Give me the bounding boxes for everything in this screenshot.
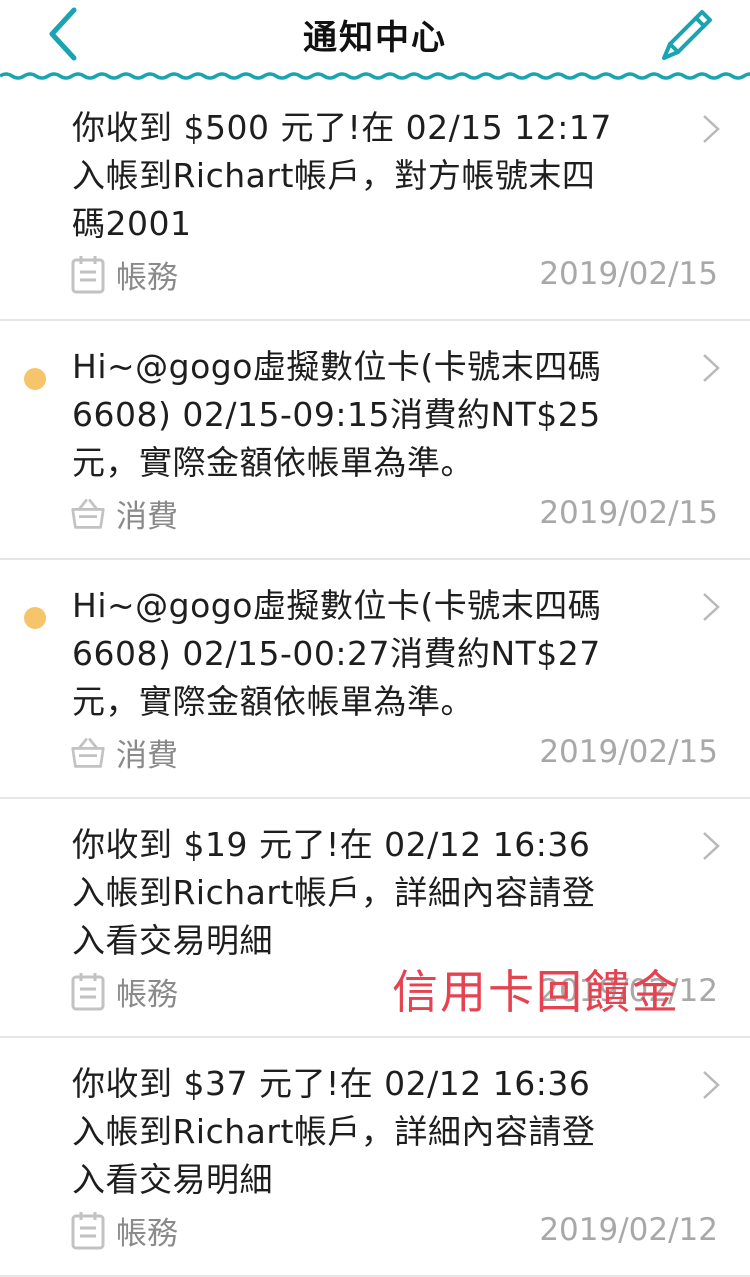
- notification-list: 你收到 $500 元了!在 02/15 12:17 入帳到Richart帳戶，對…: [0, 82, 750, 1277]
- notification-category: 消費: [70, 493, 178, 535]
- notification-message: Hi~@gogo虛擬數位卡(卡號末四碼6608) 02/15-00:27消費約N…: [72, 586, 602, 721]
- notification-date: 2019/02/12: [539, 1212, 718, 1248]
- category-label: 帳務: [116, 976, 178, 1013]
- unread-dot: [24, 607, 46, 629]
- chevron-right-icon: [703, 115, 720, 143]
- notification-date: 2019/02/15: [539, 734, 718, 770]
- notification-item[interactable]: Hi~@gogo虛擬數位卡(卡號末四碼6608) 02/15-09:15消費約N…: [0, 321, 750, 560]
- notification-category: 帳務: [70, 1210, 178, 1252]
- category-label: 帳務: [116, 259, 178, 296]
- notepad-icon: [71, 1212, 105, 1250]
- notification-category: 帳務: [70, 254, 178, 296]
- notification-message: Hi~@gogo虛擬數位卡(卡號末四碼6608) 02/15-09:15消費約N…: [72, 347, 602, 482]
- category-label: 帳務: [116, 1215, 178, 1252]
- chevron-right-icon: [703, 354, 720, 382]
- chevron-right-icon: [703, 593, 720, 621]
- notification-category: 帳務: [70, 971, 178, 1013]
- chevron-right-icon: [703, 1071, 720, 1099]
- notification-item[interactable]: 你收到 $500 元了!在 02/15 12:17 入帳到Richart帳戶，對…: [0, 82, 750, 321]
- notification-date: 2019/02/15: [539, 256, 718, 292]
- notification-message: 你收到 $37 元了!在 02/12 16:36 入帳到Richart帳戶，詳細…: [72, 1064, 596, 1199]
- notification-item[interactable]: Hi~@gogo虛擬數位卡(卡號末四碼6608) 02/15-00:27消費約N…: [0, 560, 750, 799]
- notepad-icon: [71, 973, 105, 1011]
- notepad-icon: [71, 256, 105, 294]
- notification-item[interactable]: 你收到 $37 元了!在 02/12 16:36 入帳到Richart帳戶，詳細…: [0, 1038, 750, 1277]
- annotation-overlay-text: 信用卡回饋金: [392, 965, 680, 1019]
- category-label: 消費: [116, 498, 178, 535]
- notification-category: 消費: [70, 732, 178, 774]
- notification-message: 你收到 $19 元了!在 02/12 16:36 入帳到Richart帳戶，詳細…: [72, 825, 596, 960]
- header-wave-divider: [0, 72, 750, 80]
- shopping-basket-icon: [71, 499, 105, 529]
- category-label: 消費: [116, 737, 178, 774]
- unread-dot: [24, 368, 46, 390]
- page-title: 通知中心: [303, 18, 447, 58]
- shopping-basket-icon: [71, 738, 105, 768]
- header-bar: 通知中心: [0, 0, 750, 76]
- pencil-edit-icon[interactable]: [656, 0, 718, 60]
- chevron-right-icon: [703, 832, 720, 860]
- notification-message: 你收到 $500 元了!在 02/15 12:17 入帳到Richart帳戶，對…: [72, 108, 612, 243]
- notification-date: 2019/02/15: [539, 495, 718, 531]
